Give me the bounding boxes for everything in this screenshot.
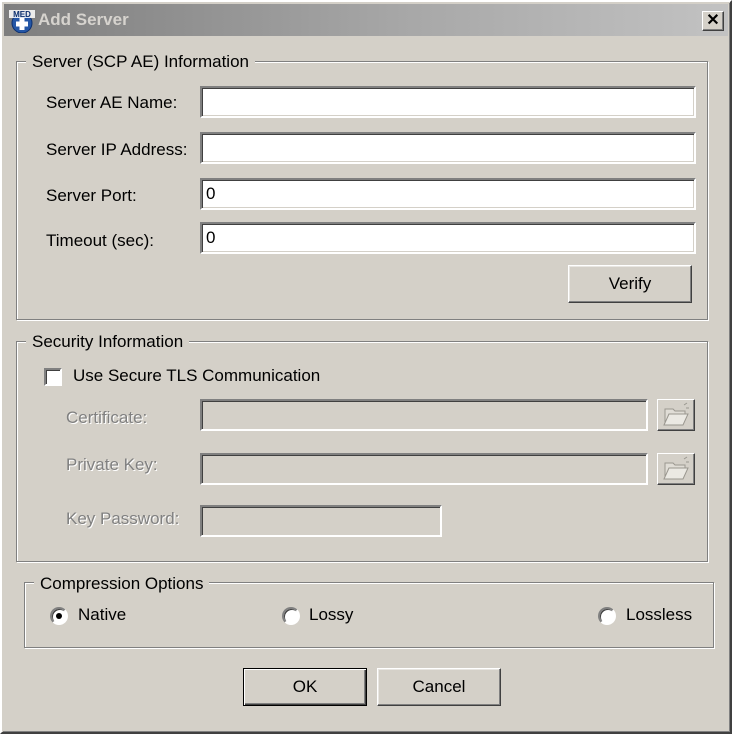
- use-tls-checkbox[interactable]: [44, 368, 62, 386]
- close-button[interactable]: ✕: [702, 11, 724, 31]
- radio-selected-dot: [56, 613, 62, 619]
- security-info-legend: Security Information: [26, 332, 190, 352]
- certificate-browse-button[interactable]: [657, 399, 695, 431]
- private-key-input[interactable]: [200, 453, 648, 485]
- window-title: Add Server: [38, 10, 129, 29]
- ok-button[interactable]: OK: [243, 668, 367, 706]
- private-key-browse-button[interactable]: [657, 453, 695, 485]
- folder-open-icon: [663, 402, 689, 426]
- server-ae-name-input[interactable]: [200, 86, 696, 118]
- app-icon-label: MED: [13, 10, 31, 19]
- verify-button[interactable]: Verify: [568, 265, 692, 303]
- server-port-input[interactable]: [200, 178, 696, 210]
- lossless-radio[interactable]: [598, 607, 616, 625]
- lossy-radio[interactable]: [282, 607, 300, 625]
- med-app-icon: MED: [9, 10, 35, 33]
- add-server-dialog: MED Add Server ✕ Server (SCP AE) Informa…: [0, 0, 732, 734]
- use-tls-label[interactable]: Use Secure TLS Communication: [73, 366, 320, 386]
- private-key-label: Private Key:: [66, 455, 158, 474]
- lossless-label[interactable]: Lossless: [626, 605, 692, 625]
- timeout-input[interactable]: [200, 222, 696, 254]
- server-ip-address-label: Server IP Address:: [46, 140, 188, 159]
- server-ip-address-input[interactable]: [200, 132, 696, 164]
- server-info-legend: Server (SCP AE) Information: [26, 52, 255, 72]
- timeout-label: Timeout (sec):: [46, 231, 155, 250]
- server-port-label: Server Port:: [46, 186, 137, 205]
- close-icon: ✕: [706, 12, 720, 29]
- certificate-input[interactable]: [200, 399, 648, 431]
- folder-open-icon: [663, 456, 689, 480]
- compression-options-legend: Compression Options: [34, 574, 210, 594]
- server-ae-name-label: Server AE Name:: [46, 93, 178, 112]
- key-password-input[interactable]: [200, 505, 442, 537]
- native-radio[interactable]: [50, 607, 68, 625]
- lossy-label[interactable]: Lossy: [309, 605, 353, 625]
- native-label[interactable]: Native: [78, 605, 126, 625]
- certificate-label: Certificate:: [66, 408, 148, 427]
- title-bar[interactable]: MED Add Server ✕: [4, 4, 728, 36]
- cancel-button[interactable]: Cancel: [377, 668, 501, 706]
- key-password-label: Key Password:: [66, 509, 180, 528]
